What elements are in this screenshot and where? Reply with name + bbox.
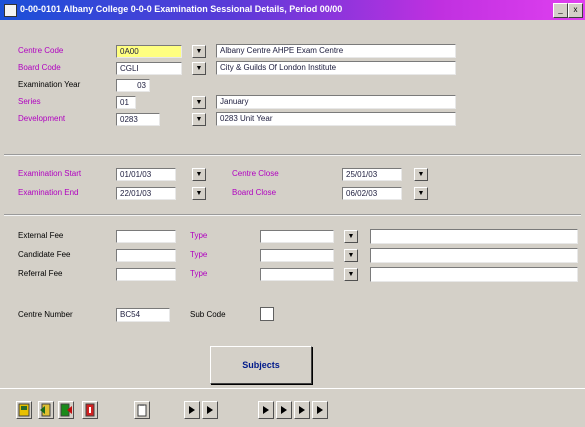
- subjects-button[interactable]: Subjects: [210, 346, 312, 384]
- exam-year-field[interactable]: 03: [116, 79, 150, 92]
- close-button[interactable]: x: [568, 3, 583, 18]
- external-fee-field[interactable]: [116, 230, 176, 243]
- development-field[interactable]: 0283: [116, 113, 160, 126]
- centre-description-field[interactable]: Albany Centre AHPE Exam Centre: [216, 44, 456, 58]
- series-lov-button[interactable]: ▼: [192, 96, 206, 109]
- next-record-icon[interactable]: [258, 401, 274, 419]
- candidate-fee-type-label: Type: [190, 250, 208, 259]
- save-icon[interactable]: [16, 401, 32, 419]
- board-code-lov-button[interactable]: ▼: [192, 62, 206, 75]
- development-label: Development: [18, 114, 66, 123]
- bottom-toolbar: [0, 388, 585, 427]
- insert-record-icon[interactable]: [38, 401, 54, 419]
- series-label: Series: [18, 97, 41, 106]
- exam-end-lov-button[interactable]: ▼: [192, 187, 206, 200]
- section-divider: [4, 154, 581, 156]
- sub-code-label: Sub Code: [190, 310, 226, 319]
- development-description-field[interactable]: 0283 Unit Year: [216, 112, 456, 126]
- exam-start-label: Examination Start: [18, 169, 82, 178]
- board-close-field[interactable]: 06/02/03: [342, 187, 402, 200]
- sub-code-field[interactable]: [260, 307, 274, 321]
- exam-end-field[interactable]: 22/01/03: [116, 187, 176, 200]
- candidate-fee-description-field[interactable]: [370, 248, 578, 263]
- board-description-field[interactable]: City & Guilds Of London Institute: [216, 61, 456, 75]
- board-close-lov-button[interactable]: ▼: [414, 187, 428, 200]
- board-code-field[interactable]: CGLI: [116, 62, 182, 75]
- board-close-label: Board Close: [232, 188, 277, 197]
- series-description-field[interactable]: January: [216, 95, 456, 109]
- query-icon[interactable]: [294, 401, 310, 419]
- previous-record-icon[interactable]: [202, 401, 218, 419]
- centre-close-field[interactable]: 25/01/03: [342, 168, 402, 181]
- external-fee-description-field[interactable]: [370, 229, 578, 244]
- last-record-icon[interactable]: [276, 401, 292, 419]
- centre-code-field[interactable]: 0A00: [116, 45, 182, 58]
- referral-fee-lov-button[interactable]: ▼: [344, 268, 358, 281]
- app-icon: [4, 4, 17, 17]
- first-record-icon[interactable]: [184, 401, 200, 419]
- execute-query-icon[interactable]: [312, 401, 328, 419]
- external-fee-type-label: Type: [190, 231, 208, 240]
- centre-number-label: Centre Number: [18, 310, 73, 319]
- development-lov-button[interactable]: ▼: [192, 113, 206, 126]
- centre-code-lov-button[interactable]: ▼: [192, 45, 206, 58]
- external-fee-type-field[interactable]: [260, 230, 334, 243]
- centre-number-field[interactable]: BC54: [116, 308, 170, 322]
- minimize-button[interactable]: _: [553, 3, 568, 18]
- exam-start-field[interactable]: 01/01/03: [116, 168, 176, 181]
- candidate-fee-type-field[interactable]: [260, 249, 334, 262]
- candidate-fee-lov-button[interactable]: ▼: [344, 249, 358, 262]
- centre-close-lov-button[interactable]: ▼: [414, 168, 428, 181]
- external-fee-lov-button[interactable]: ▼: [344, 230, 358, 243]
- board-code-label: Board Code: [18, 63, 61, 72]
- referral-fee-description-field[interactable]: [370, 267, 578, 282]
- clipboard-icon[interactable]: [134, 401, 150, 419]
- window-title: 0-00-0101 Albany College 0-0-0 Examinati…: [20, 4, 343, 14]
- external-fee-label: External Fee: [18, 231, 64, 240]
- app-window: 0-00-0101 Albany College 0-0-0 Examinati…: [0, 0, 585, 426]
- referral-fee-type-label: Type: [190, 269, 208, 278]
- candidate-fee-label: Candidate Fee: [18, 250, 71, 259]
- referral-fee-field[interactable]: [116, 268, 176, 281]
- referral-fee-label: Referral Fee: [18, 269, 63, 278]
- centre-code-label: Centre Code: [18, 46, 64, 55]
- exam-year-label: Examination Year: [18, 80, 81, 89]
- referral-fee-type-field[interactable]: [260, 268, 334, 281]
- exam-start-lov-button[interactable]: ▼: [192, 168, 206, 181]
- series-field[interactable]: 01: [116, 96, 136, 109]
- centre-close-label: Centre Close: [232, 169, 279, 178]
- exam-end-label: Examination End: [18, 188, 79, 197]
- title-bar[interactable]: 0-00-0101 Albany College 0-0-0 Examinati…: [0, 0, 585, 20]
- candidate-fee-field[interactable]: [116, 249, 176, 262]
- section-divider: [4, 214, 581, 216]
- exit-form-icon[interactable]: [58, 401, 74, 419]
- close-icon[interactable]: [82, 401, 98, 419]
